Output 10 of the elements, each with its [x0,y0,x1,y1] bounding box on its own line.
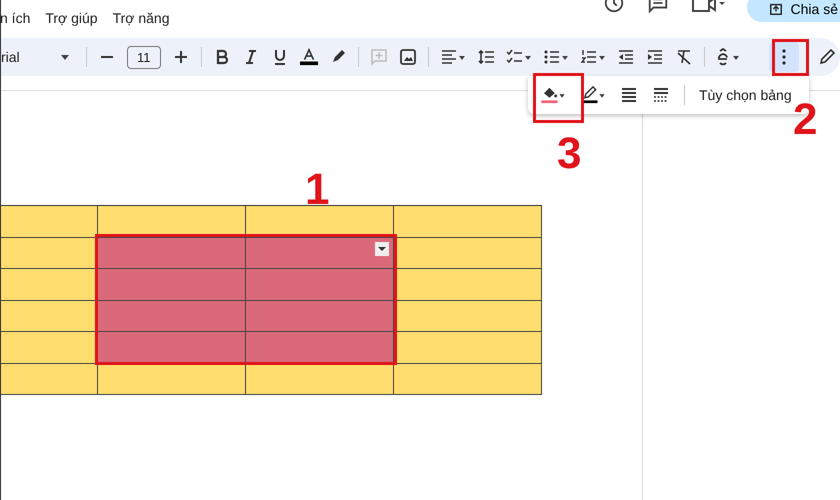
step-number: 2 [793,98,818,142]
step-number: 3 [557,132,582,176]
menu-item[interactable]: Trợ năng [112,10,170,26]
font-dropdown[interactable]: rial [1,49,75,65]
font-size-field[interactable]: 11 [127,46,160,68]
share-button[interactable]: Chia sẻ [746,0,840,22]
step-number: 1 [305,168,330,212]
menu-item[interactable]: n ích [1,10,30,26]
table-options-button[interactable]: Tùy chọn bảng [699,87,792,103]
menu-item[interactable]: Trợ giúp [45,10,98,26]
